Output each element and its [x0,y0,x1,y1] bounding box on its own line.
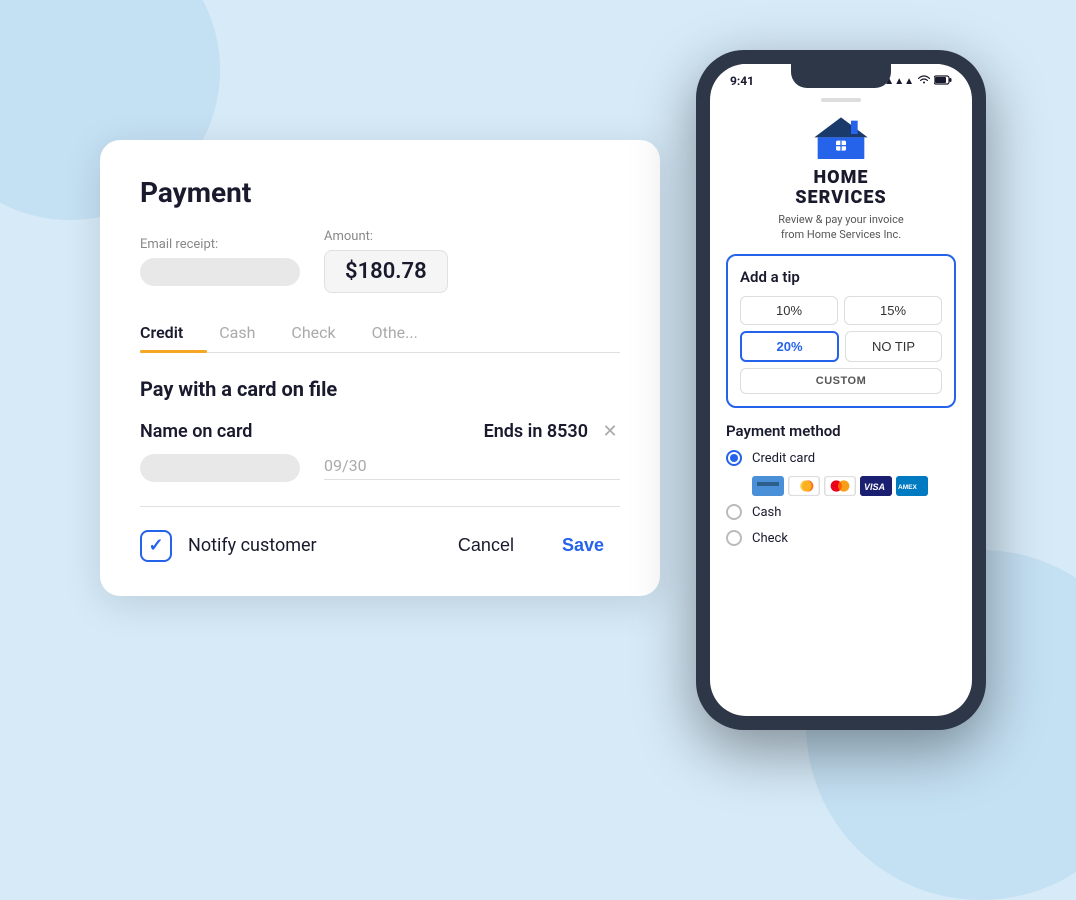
pay-with-card-title: Pay with a card on file [140,377,620,401]
tab-check[interactable]: Check [291,313,359,352]
phone-mockup: 9:41 ▲▲▲ [696,50,986,730]
battery-icon [934,75,952,88]
card-icon-generic [752,476,784,496]
tab-other[interactable]: Othe... [372,313,432,352]
card-ends-value: Ends in 8530 [484,421,588,442]
email-placeholder [140,258,300,286]
payment-tabs: Credit Cash Check Othe... [140,313,620,353]
tab-credit[interactable]: Credit [140,313,207,352]
payment-method-section: Payment method Credit card [726,422,956,546]
tip-20-button[interactable]: 20% [740,331,839,362]
card-expiry-value: 09/30 [324,456,620,480]
phone-notch [791,64,891,88]
card-ends-group: Ends in 8530 ✕ [484,421,620,442]
card-icons-row: VISA AMEX [752,476,956,496]
tab-cash[interactable]: Cash [219,313,279,352]
payment-title: Payment [140,176,620,209]
method-check: Check [726,530,956,546]
checkmark-icon: ✓ [148,535,163,556]
card-icon-visa: VISA [860,476,892,496]
scroll-indicator [821,98,861,102]
card-icon-mastercard [824,476,856,496]
tip-custom-button[interactable]: CUSTOM [740,368,942,394]
tip-title: Add a tip [740,268,942,286]
payment-header-row: Email receipt: Amount: $180.78 [140,229,620,293]
phone-content: HOME SERVICES Review & pay your invoicef… [710,106,972,716]
status-icons: ▲▲▲ [884,75,952,88]
card-icon-amex: AMEX [896,476,928,496]
card-icon-discover [788,476,820,496]
tip-section: Add a tip 10% 15% 20% NO TIP CUSTOM [726,254,956,408]
method-credit-card: Credit card [726,450,956,466]
company-subtitle: Review & pay your invoicefrom Home Servi… [726,212,956,243]
house-icon [806,114,876,164]
status-time: 9:41 [730,74,754,88]
phone-screen: 9:41 ▲▲▲ [710,64,972,716]
notify-label: Notify customer [188,535,426,556]
notify-checkbox[interactable]: ✓ [140,530,172,562]
payment-card: Payment Email receipt: Amount: $180.78 C… [100,140,660,596]
radio-check[interactable] [726,530,742,546]
radio-cash[interactable] [726,504,742,520]
tip-buttons-bottom-row: 20% NO TIP [740,331,942,362]
logo-section: HOME SERVICES Review & pay your invoicef… [726,106,956,254]
card-name-input[interactable] [140,454,300,482]
wifi-icon [918,75,930,88]
tip-buttons-top-row: 10% 15% [740,296,942,325]
svg-text:AMEX: AMEX [898,484,917,491]
house-logo [726,114,956,164]
phone-frame: 9:41 ▲▲▲ [696,50,986,730]
amount-section: Amount: $180.78 [324,229,448,293]
company-name: HOME SERVICES [726,168,956,208]
payment-method-title: Payment method [726,422,956,440]
svg-text:VISA: VISA [864,482,885,492]
tip-15-button[interactable]: 15% [844,296,942,325]
save-button[interactable]: Save [546,527,620,564]
tip-10-button[interactable]: 10% [740,296,838,325]
amount-label: Amount: [324,229,448,244]
bottom-row: ✓ Notify customer Cancel Save [140,527,620,564]
remove-card-icon[interactable]: ✕ [600,422,620,442]
method-cash-label: Cash [752,505,781,520]
cancel-button[interactable]: Cancel [442,527,530,564]
method-credit-label: Credit card [752,451,815,466]
tip-notip-button[interactable]: NO TIP [845,331,942,362]
radio-credit-card[interactable] [726,450,742,466]
card-row-divider [140,506,620,507]
email-label: Email receipt: [140,237,300,252]
card-info-row: Name on card Ends in 8530 ✕ [140,421,620,442]
card-input-row: 09/30 [140,454,620,482]
card-name-label: Name on card [140,421,252,442]
method-cash: Cash [726,504,956,520]
email-section: Email receipt: [140,237,300,286]
method-check-label: Check [752,531,788,546]
amount-value: $180.78 [324,250,448,293]
